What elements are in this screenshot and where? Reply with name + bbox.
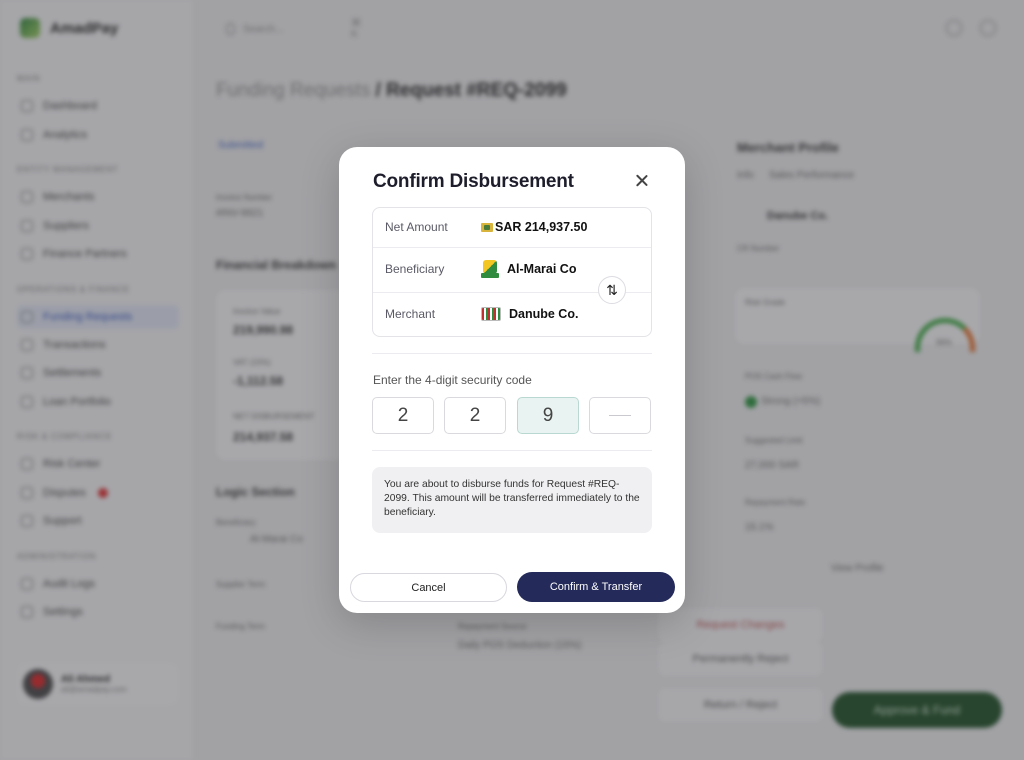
beneficiary-label: Beneficiary <box>385 262 445 276</box>
confirm-disbursement-modal: Confirm Disbursement Net Amount SAR 214,… <box>339 147 685 613</box>
danube-logo-icon <box>481 307 501 321</box>
disbursement-summary: Net Amount SAR 214,937.50 Beneficiary Al… <box>372 207 652 337</box>
beneficiary-value-wrap: Al-Marai Co <box>481 259 576 279</box>
disbursement-notice: You are about to disburse funds for Requ… <box>372 467 652 533</box>
merchant-row: Merchant Danube Co. <box>373 305 651 323</box>
cancel-button[interactable]: Cancel <box>350 573 507 602</box>
confirm-transfer-button[interactable]: Confirm & Transfer <box>517 572 675 602</box>
swap-icon[interactable]: ⇅ <box>598 276 626 304</box>
merchant-value-wrap: Danube Co. <box>481 307 578 321</box>
merchant-value: Danube Co. <box>509 307 579 321</box>
net-amount-value: SAR 214,937.50 <box>495 220 588 234</box>
net-amount-value-wrap: SAR 214,937.50 <box>481 220 587 234</box>
net-amount-label: Net Amount <box>385 220 448 234</box>
merchant-label: Merchant <box>385 307 436 321</box>
divider <box>372 353 652 354</box>
code-digit-1[interactable]: 2 <box>372 397 434 434</box>
sar-currency-icon <box>481 222 493 232</box>
net-amount-row: Net Amount SAR 214,937.50 <box>373 218 651 236</box>
code-digit-4[interactable] <box>589 397 651 434</box>
beneficiary-value: Al-Marai Co <box>507 262 577 276</box>
close-icon[interactable] <box>635 174 649 188</box>
modal-title: Confirm Disbursement <box>373 171 574 192</box>
almarai-logo-icon <box>481 259 499 279</box>
security-code-label: Enter the 4-digit security code <box>373 373 532 387</box>
code-digit-3[interactable]: 9 <box>517 397 579 434</box>
code-digit-2[interactable]: 2 <box>444 397 506 434</box>
divider <box>372 450 652 451</box>
divider <box>373 247 651 248</box>
